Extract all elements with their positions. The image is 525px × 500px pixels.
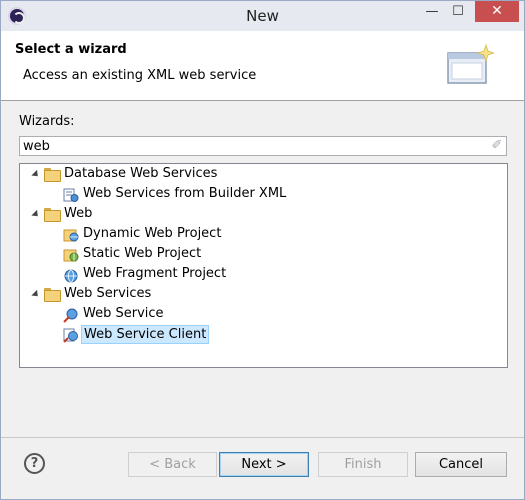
finish-button[interactable]: Finish (318, 452, 408, 477)
tree-item-label: Web Services from Builder XML (83, 186, 287, 201)
wizard-header: Select a wizard Access an existing XML w… (1, 31, 524, 101)
tree-group-label: Web Services (64, 286, 152, 301)
expand-twisty-icon[interactable] (31, 209, 41, 220)
wizards-tree[interactable]: Database Web Services Web Services from … (19, 163, 508, 368)
maximize-button[interactable]: ☐ (445, 1, 471, 22)
tree-item-web-service[interactable]: Web Service (20, 304, 507, 324)
title-bar: New — ☐ ✕ (1, 1, 524, 31)
tree-item-label: Dynamic Web Project (83, 226, 222, 241)
next-button[interactable]: Next > (219, 452, 309, 477)
tree-item-label: Web Service (83, 306, 164, 321)
tree-item-static-web-project[interactable]: Static Web Project (20, 244, 507, 264)
tree-group-label: Web (64, 206, 93, 221)
new-wizard-dialog: New — ☐ ✕ Select a wizard Access an exis… (0, 0, 525, 500)
tree-item-label: Static Web Project (83, 246, 202, 261)
cancel-button[interactable]: Cancel (415, 452, 507, 477)
tree-item-label: Web Fragment Project (83, 266, 227, 281)
dynamic-web-project-icon (63, 229, 79, 242)
header-title: Select a wizard (15, 42, 127, 57)
wizard-filter-input[interactable] (19, 136, 507, 156)
folder-icon (44, 288, 61, 302)
tree-item-web-fragment-project[interactable]: Web Fragment Project (20, 264, 507, 284)
minimize-button[interactable]: — (419, 1, 445, 22)
web-fragment-project-icon (64, 269, 78, 283)
tree-group-web-services[interactable]: Web Services (20, 284, 507, 304)
tree-item-label-selected: Web Service Client (81, 325, 210, 344)
wizards-label: Wizards: (19, 114, 75, 129)
web-service-icon (63, 308, 78, 323)
folder-icon (44, 168, 61, 182)
back-button[interactable]: < Back (128, 452, 217, 477)
clear-filter-icon[interactable]: ✐ (489, 138, 505, 154)
wizard-banner-icon (447, 43, 494, 84)
tree-group-label: Database Web Services (64, 166, 218, 181)
header-description: Access an existing XML web service (23, 68, 257, 83)
web-services-builder-icon (63, 188, 79, 202)
static-web-project-icon (63, 249, 79, 262)
help-icon[interactable]: ? (24, 453, 45, 474)
folder-icon (44, 208, 61, 222)
web-service-client-icon (63, 328, 78, 343)
button-bar-separator (1, 437, 524, 438)
expand-twisty-icon[interactable] (31, 289, 41, 300)
close-button[interactable]: ✕ (475, 1, 519, 22)
tree-group-database-web-services[interactable]: Database Web Services (20, 164, 507, 184)
tree-item-web-service-client[interactable]: Web Service Client (20, 324, 507, 344)
tree-group-web[interactable]: Web (20, 204, 507, 224)
expand-twisty-icon[interactable] (31, 169, 41, 180)
tree-item-dynamic-web-project[interactable]: Dynamic Web Project (20, 224, 507, 244)
tree-item-web-services-from-builder-xml[interactable]: Web Services from Builder XML (20, 184, 507, 204)
